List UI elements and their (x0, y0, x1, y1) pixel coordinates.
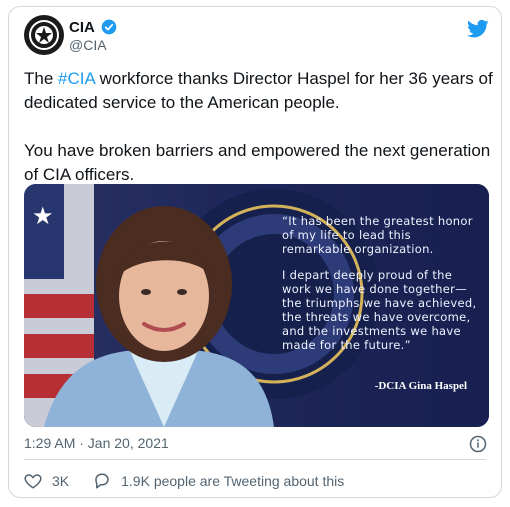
tweet-text-suffix: workforce thanks Director Haspel for her… (24, 69, 493, 112)
quote-signature: -DCIA Gina Haspel (374, 380, 467, 392)
like-button[interactable]: 3K (24, 472, 69, 490)
author-name[interactable]: CIA (69, 19, 95, 36)
tweet-text-prefix: The (24, 69, 59, 88)
svg-text:★: ★ (32, 202, 54, 230)
like-count: 3K (52, 473, 70, 489)
verified-icon (101, 19, 117, 35)
quote-line-2: I depart deeply proud of the work we hav… (282, 268, 477, 352)
quote-block: “It has been the greatest honor of my li… (282, 214, 482, 364)
hashtag-link[interactable]: #CIA (58, 69, 95, 88)
tweeting-about: 1.9K people are Tweeting about this (121, 473, 345, 489)
reply-icon (95, 473, 109, 489)
twitter-bird-icon[interactable] (467, 19, 489, 39)
author-handle[interactable]: @CIA (69, 37, 107, 53)
tweet-card[interactable]: CIA @CIA The #CIA workforce thanks Direc… (8, 6, 502, 498)
tweet-timestamp[interactable]: 1:29 AM · Jan 20, 2021 (24, 435, 169, 451)
tweet-text: The #CIA workforce thanks Director Haspe… (24, 67, 494, 187)
reply-button[interactable]: 1.9K people are Tweeting about this (93, 472, 344, 490)
avatar[interactable] (24, 15, 64, 55)
tweet-text-second: You have broken barriers and empowered t… (24, 141, 491, 184)
cia-seal-icon (25, 16, 63, 54)
divider (24, 459, 486, 460)
quote-line-1: “It has been the greatest honor of my li… (282, 214, 473, 256)
tweet-actions: 3K 1.9K people are Tweeting about this (24, 472, 368, 490)
tweet-image[interactable]: ★ “It has been the greatest honor of my … (24, 184, 489, 427)
heart-icon (24, 474, 42, 489)
info-icon[interactable] (469, 435, 487, 453)
